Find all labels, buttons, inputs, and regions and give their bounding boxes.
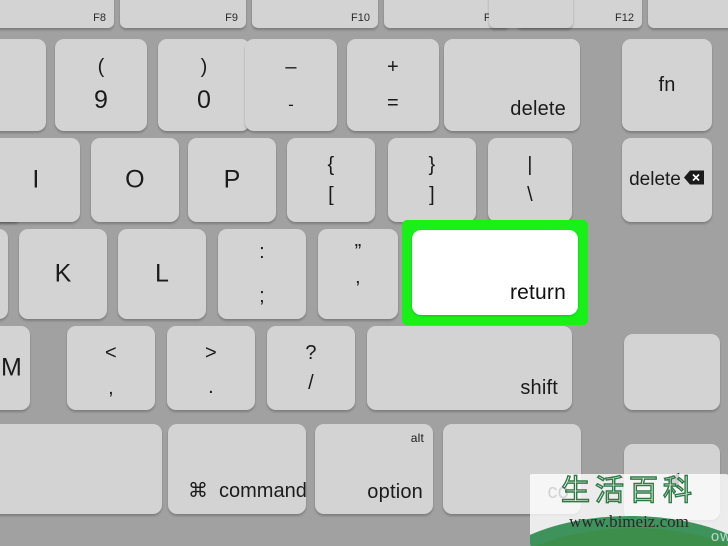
key-0-lower: 0 xyxy=(196,85,212,114)
key-backslash[interactable]: | \ xyxy=(488,138,572,222)
key-quote-upper: ” xyxy=(354,240,362,263)
key-k-label: K xyxy=(54,259,72,288)
key-fn[interactable]: fn xyxy=(622,39,712,131)
key-comma-lower: , xyxy=(108,377,114,400)
key-equals-upper: + xyxy=(387,56,399,79)
key-k[interactable]: K xyxy=(19,229,107,319)
watermark-swoosh-yellow xyxy=(530,528,728,546)
key-9-upper: ( xyxy=(97,56,105,79)
watermark-swoosh-green xyxy=(530,516,728,546)
key-0-upper: ) xyxy=(200,56,208,79)
key-f12-label: F12 xyxy=(615,12,634,24)
key-f13[interactable]: F13 xyxy=(648,0,728,28)
forward-delete-icon xyxy=(683,170,705,190)
key-period-upper: > xyxy=(205,341,217,364)
key-blank-left[interactable] xyxy=(0,424,162,514)
key-semicolon-upper: : xyxy=(259,240,265,263)
key-f9[interactable]: F9 xyxy=(120,0,246,28)
key-l-label: L xyxy=(154,259,170,288)
key-quote[interactable]: ” ’ xyxy=(318,229,398,319)
key-equals[interactable]: + = xyxy=(347,39,439,131)
key-backslash-lower: \ xyxy=(527,184,533,207)
key-right-edge-filler[interactable] xyxy=(624,334,720,410)
key-equals-lower: = xyxy=(387,91,399,114)
key-f10[interactable]: F10 xyxy=(252,0,378,28)
key-i-label: I xyxy=(32,165,40,194)
key-forward-delete[interactable]: delete xyxy=(622,138,712,222)
key-0[interactable]: ) 0 xyxy=(158,39,250,131)
key-delete[interactable]: delete xyxy=(444,39,580,131)
key-command[interactable]: ⌘ command xyxy=(168,424,307,514)
key-bracket-left-upper: { xyxy=(327,153,335,176)
key-option-alt-label: alt xyxy=(410,431,424,445)
key-eject-actual[interactable] xyxy=(489,0,573,28)
key-option-label: option xyxy=(367,481,423,503)
key-minus-upper: – xyxy=(285,56,297,79)
key-f8-label: F8 xyxy=(93,12,106,24)
command-glyph-icon: ⌘ xyxy=(188,480,208,502)
key-shift-right[interactable]: shift xyxy=(367,326,572,410)
key-l[interactable]: L xyxy=(118,229,206,319)
key-9-lower: 9 xyxy=(93,85,109,114)
key-comma-upper: < xyxy=(105,341,117,364)
key-semicolon-lower: ; xyxy=(259,285,265,308)
key-command-label: command xyxy=(219,480,307,502)
key-j-spill[interactable] xyxy=(0,229,8,319)
key-f10-label: F10 xyxy=(351,12,370,24)
key-o-label: O xyxy=(125,165,145,194)
key-control[interactable]: co xyxy=(443,424,581,514)
key-comma[interactable]: < , xyxy=(67,326,155,410)
keyboard-photo: F8 F9 F10 F11 xyxy=(0,0,728,546)
watermark-ghost-text: ow xyxy=(710,528,728,545)
key-period[interactable]: > . xyxy=(167,326,255,410)
key-control-label: co xyxy=(547,481,569,503)
key-arrow-left[interactable]: ◀ xyxy=(624,444,720,520)
key-f9-label: F9 xyxy=(225,12,238,24)
key-m-label: M xyxy=(0,353,22,382)
key-p-label: P xyxy=(223,165,241,194)
key-0-spill-left[interactable] xyxy=(0,39,46,131)
key-fn-label: fn xyxy=(658,74,676,96)
arrow-left-icon: ◀ xyxy=(664,469,680,490)
key-f8[interactable]: F8 xyxy=(0,0,114,28)
key-bracket-left[interactable]: { [ xyxy=(287,138,375,222)
key-i[interactable]: I xyxy=(0,138,80,222)
key-bracket-right-upper: } xyxy=(428,153,436,176)
key-o[interactable]: O xyxy=(91,138,179,222)
key-backslash-upper: | xyxy=(527,153,533,176)
key-return[interactable]: return xyxy=(412,230,578,315)
key-semicolon[interactable]: : ; xyxy=(218,229,306,319)
key-forward-delete-label: delete xyxy=(629,169,681,190)
key-slash[interactable]: ? / xyxy=(267,326,355,410)
key-m[interactable]: M xyxy=(0,326,30,410)
key-bracket-right[interactable]: } ] xyxy=(388,138,476,222)
key-option[interactable]: alt option xyxy=(315,424,433,514)
key-return-label: return xyxy=(509,281,566,304)
key-minus-lower: - xyxy=(288,94,294,114)
key-bracket-right-lower: ] xyxy=(429,184,435,207)
key-9[interactable]: ( 9 xyxy=(55,39,147,131)
key-shift-label: shift xyxy=(520,377,558,399)
key-minus[interactable]: – - xyxy=(245,39,337,131)
key-bracket-left-lower: [ xyxy=(328,184,334,207)
key-slash-lower: / xyxy=(308,372,314,395)
key-slash-upper: ? xyxy=(305,341,317,364)
key-quote-lower: ’ xyxy=(355,278,361,301)
key-p[interactable]: P xyxy=(188,138,276,222)
key-period-lower: . xyxy=(208,375,214,398)
key-delete-label: delete xyxy=(510,98,566,120)
